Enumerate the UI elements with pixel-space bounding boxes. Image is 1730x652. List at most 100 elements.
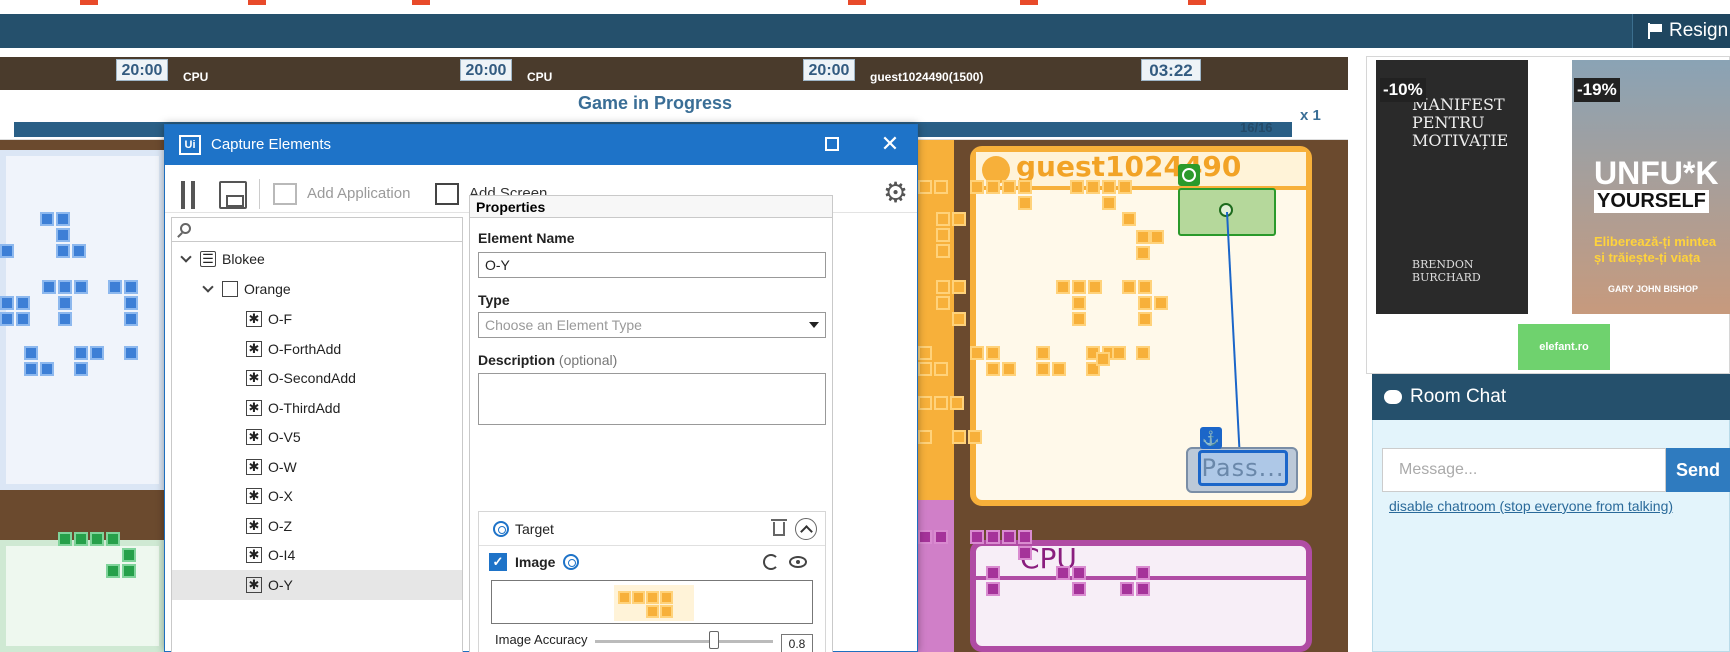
tree-label: O-V5 — [268, 429, 301, 445]
tree-node-element[interactable]: ✱ O-Z — [172, 511, 462, 541]
disable-chat-link[interactable]: disable chatroom (stop everyone from tal… — [1389, 498, 1673, 514]
tree-node-element[interactable]: ✱ O-V5 — [172, 422, 462, 452]
block-piece — [124, 312, 138, 326]
block-piece — [1072, 312, 1086, 326]
speed-indicator[interactable]: x 1 — [1300, 107, 1321, 124]
tree-node-element[interactable]: ✱ O-X — [172, 481, 462, 511]
block-piece — [952, 430, 966, 444]
window-titlebar[interactable]: Ui Capture Elements ✕ — [165, 125, 917, 165]
site-navbar — [0, 14, 1730, 48]
block-piece — [1072, 280, 1086, 294]
message-input[interactable]: Message... — [1382, 448, 1666, 492]
maximize-icon[interactable] — [825, 137, 839, 151]
trash-icon[interactable] — [771, 519, 787, 536]
block-piece — [74, 280, 88, 294]
block-piece — [1136, 346, 1150, 360]
block-piece — [24, 346, 38, 360]
tree-label: O-ThirdAdd — [268, 399, 341, 416]
block-piece — [952, 212, 966, 226]
type-label: Type — [478, 292, 510, 308]
chat-title: Room Chat — [1410, 386, 1507, 407]
tree-node-element[interactable]: ✱ O-W — [172, 452, 462, 482]
block-piece — [1088, 280, 1102, 294]
element-icon: ✱ — [246, 311, 262, 327]
tree-node-element[interactable]: ✱ O-Y — [172, 569, 462, 600]
image-label: Image — [515, 554, 556, 570]
block-piece — [106, 532, 120, 546]
tree-label: O-Y — [268, 576, 293, 593]
add-application-icon — [273, 183, 297, 205]
image-checkbox[interactable]: ✓ — [489, 553, 507, 571]
search-icon — [180, 223, 191, 234]
type-placeholder: Choose an Element Type — [485, 317, 642, 333]
accuracy-value[interactable]: 0.8 — [781, 634, 813, 652]
gear-icon[interactable]: ⚙ — [883, 179, 908, 207]
application-icon: ☰ — [200, 251, 216, 267]
chevron-up-icon[interactable] — [795, 518, 817, 540]
discount-badge: -19% — [1574, 78, 1620, 102]
chevron-down-icon[interactable] — [180, 251, 192, 263]
player-name: CPU — [527, 70, 553, 84]
refresh-icon[interactable] — [763, 554, 779, 570]
block-piece — [968, 430, 982, 444]
tree-node-element[interactable]: ✱ O-SecondAdd — [172, 363, 462, 393]
block-piece — [936, 228, 950, 242]
resign-button[interactable]: Resign — [1632, 14, 1730, 48]
top-marker — [412, 0, 430, 5]
add-screen-icon[interactable] — [435, 183, 459, 205]
tree-search[interactable] — [172, 218, 462, 242]
store-logo[interactable]: elefant.ro — [1518, 324, 1610, 370]
tree-label: O-F — [268, 311, 293, 327]
tree-node-group[interactable]: Orange — [172, 274, 462, 304]
send-button[interactable]: Send — [1666, 448, 1730, 492]
pass-label[interactable]: Pass... — [1198, 450, 1288, 486]
accuracy-slider[interactable] — [595, 640, 773, 643]
block-piece — [0, 312, 14, 326]
top-marker — [1188, 0, 1206, 5]
block-piece — [936, 296, 950, 310]
element-name-label: Element Name — [478, 230, 575, 246]
eye-icon[interactable] — [789, 556, 807, 568]
close-icon[interactable]: ✕ — [877, 131, 903, 157]
block-piece — [1072, 296, 1086, 310]
tree-node-app[interactable]: ☰ Blokee — [172, 244, 462, 274]
element-icon: ✱ — [246, 576, 262, 593]
block-piece — [986, 346, 1000, 360]
block-piece — [952, 312, 966, 326]
block-piece — [1036, 362, 1050, 376]
tree-node-element[interactable]: ✱ O-F — [172, 304, 462, 334]
tree-node-element[interactable]: ✱ O-ForthAdd — [172, 334, 462, 364]
block-piece — [1018, 196, 1032, 210]
block-piece — [986, 362, 1000, 376]
block-piece — [0, 296, 14, 310]
block-piece — [986, 180, 1000, 194]
tree-label: O-W — [268, 458, 297, 475]
element-icon: ✱ — [246, 340, 262, 357]
image-preview — [491, 580, 813, 624]
block-piece — [24, 362, 38, 376]
block-piece — [1136, 566, 1150, 580]
block-piece — [632, 591, 645, 604]
block-piece — [1002, 362, 1016, 376]
description-textarea[interactable] — [478, 373, 826, 425]
properties-header: Properties — [470, 196, 832, 218]
pause-icon[interactable] — [181, 181, 185, 209]
block-piece — [970, 530, 984, 544]
tree-node-element[interactable]: ✱ O-ThirdAdd — [172, 393, 462, 423]
element-type-select[interactable]: Choose an Element Type — [478, 312, 826, 338]
image-target-icon[interactable] — [563, 554, 579, 570]
block-piece — [1070, 180, 1084, 194]
block-piece — [1018, 530, 1032, 544]
block-piece — [934, 180, 948, 194]
tree-node-element[interactable]: ✱ O-I4 — [172, 540, 462, 570]
chevron-down-icon[interactable] — [202, 281, 214, 293]
block-piece — [0, 244, 14, 258]
pause-icon[interactable] — [191, 181, 195, 209]
block-piece — [936, 280, 950, 294]
add-application-button[interactable]: Add Application — [307, 185, 410, 202]
tree-label: O-I4 — [268, 547, 296, 563]
element-name-input[interactable]: O-Y — [478, 252, 826, 278]
save-icon[interactable] — [219, 181, 247, 209]
accuracy-slider-handle[interactable] — [709, 631, 719, 649]
block-piece — [1112, 346, 1126, 360]
